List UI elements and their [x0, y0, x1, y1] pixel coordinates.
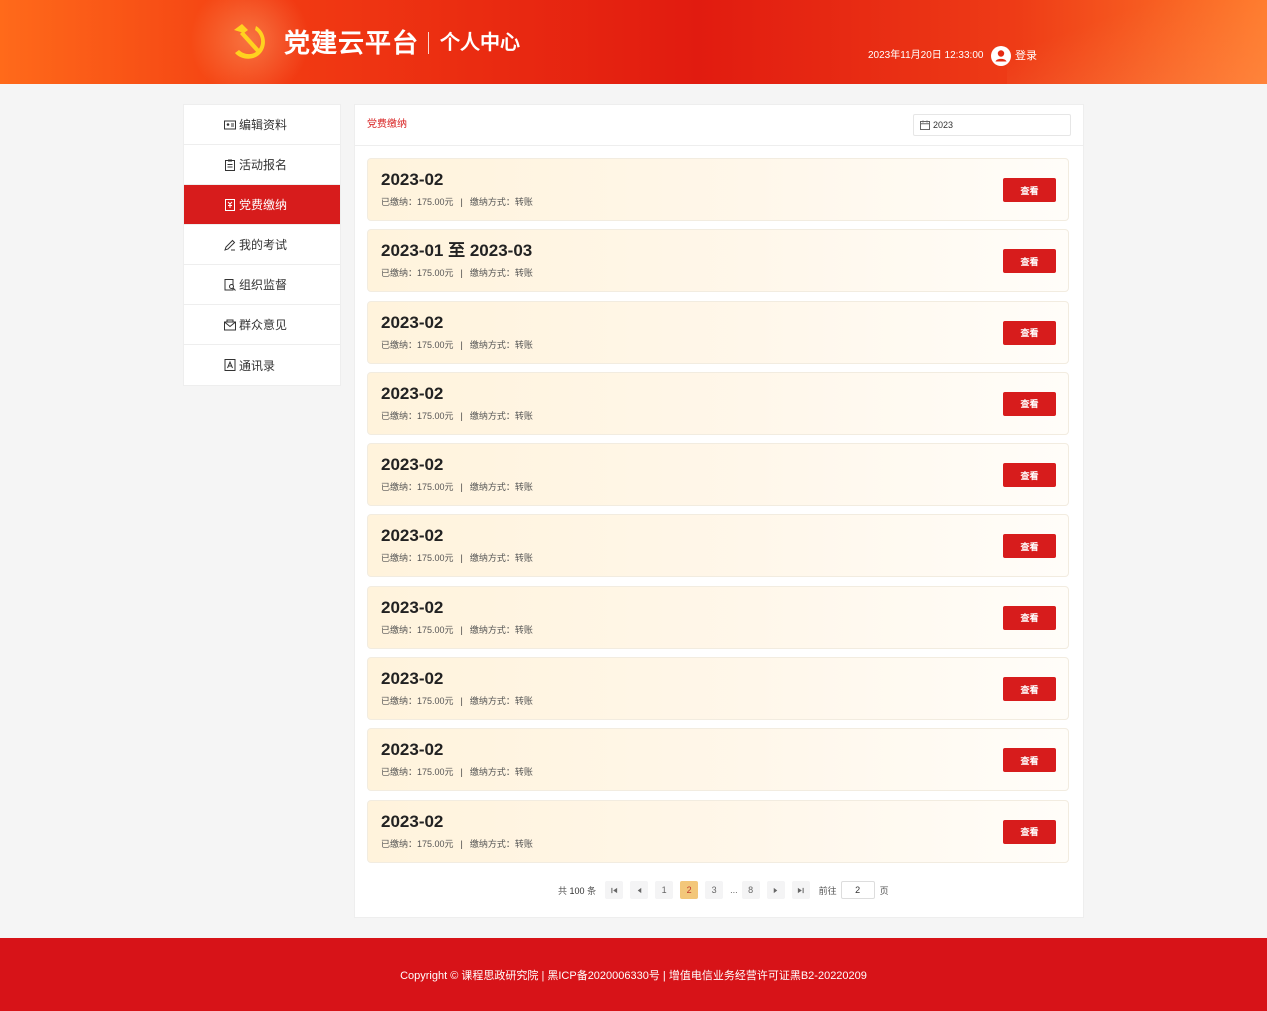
- record-period: 2023-02: [381, 669, 444, 689]
- record-meta: 已缴纳：175.00元 | 缴纳方式：转账: [381, 767, 533, 778]
- sidebar-item-org-supervision[interactable]: 组织监督: [184, 265, 340, 305]
- brand-title: 党建云平台: [284, 28, 420, 58]
- main-panel: 党费缴纳 2023 2023-02 已缴纳：175.00元 | 缴纳方式：转账 查看…: [354, 104, 1084, 918]
- header: 党建云平台 个人中心 2023年11月20日 12:33:00 登录: [0, 0, 1267, 84]
- last-page-button[interactable]: [791, 881, 810, 899]
- record-meta: 已缴纳：175.00元 | 缴纳方式：转账: [381, 410, 533, 421]
- page-button-1[interactable]: 1: [655, 881, 674, 899]
- view-button[interactable]: 查看: [1003, 534, 1056, 559]
- view-button[interactable]: 查看: [1003, 391, 1056, 416]
- view-button[interactable]: 查看: [1003, 819, 1056, 844]
- view-button[interactable]: 查看: [1003, 677, 1056, 702]
- sidebar-item-label: 党费缴纳: [239, 198, 288, 212]
- record-meta: 已缴纳：175.00元 | 缴纳方式：转账: [381, 696, 533, 707]
- login-link[interactable]: 登录: [1015, 48, 1037, 64]
- view-button[interactable]: 查看: [1003, 605, 1056, 630]
- record-period: 2023-02: [381, 312, 444, 332]
- record-meta: 已缴纳：175.00元 | 缴纳方式：转账: [381, 838, 533, 849]
- record-period: 2023-02: [381, 597, 444, 617]
- dues-record-card: 2023-02 已缴纳：175.00元 | 缴纳方式：转账 查看: [367, 514, 1069, 578]
- footer-copyright: Copyright © 课程思政研究院 | 黑ICP备2020006330号 |…: [400, 969, 867, 982]
- record-meta: 已缴纳：175.00元 | 缴纳方式：转账: [381, 624, 533, 635]
- record-meta: 已缴纳：175.00元 | 缴纳方式：转账: [381, 553, 533, 564]
- dues-record-card: 2023-02 已缴纳：175.00元 | 缴纳方式：转账 查看: [367, 799, 1069, 863]
- header-decoration: [1007, 0, 1267, 84]
- dues-record-card: 2023-02 已缴纳：175.00元 | 缴纳方式：转账 查看: [367, 585, 1069, 649]
- first-page-button[interactable]: [605, 881, 624, 899]
- sidebar-item-edit-profile[interactable]: 编辑资料: [184, 105, 340, 145]
- prev-page-button[interactable]: [630, 881, 649, 899]
- prev-page-icon: [637, 887, 641, 893]
- record-period: 2023-02: [381, 383, 444, 403]
- sidebar-item-label: 活动报名: [239, 158, 288, 172]
- year-filter-picker[interactable]: 2023: [913, 114, 1071, 136]
- receipt-icon: [225, 198, 235, 211]
- view-button[interactable]: 查看: [1003, 178, 1056, 202]
- footer: Copyright © 课程思政研究院 | 黑ICP备2020006330号 |…: [0, 938, 1267, 1011]
- page-button-2[interactable]: 2: [680, 881, 699, 899]
- sidebar-item-contacts[interactable]: 通讯录: [184, 345, 340, 385]
- year-filter-value: 2023: [933, 120, 954, 130]
- clipboard-icon: [225, 159, 235, 171]
- view-button[interactable]: 查看: [1003, 748, 1056, 773]
- sidebar-item-label: 通讯录: [239, 358, 276, 373]
- record-meta: 已缴纳：175.00元 | 缴纳方式：转账: [381, 197, 533, 207]
- page-button-3[interactable]: 3: [705, 881, 724, 899]
- page-button-8[interactable]: 8: [741, 881, 760, 899]
- sidebar-item-label: 我的考试: [239, 238, 288, 252]
- sidebar-item-label: 编辑资料: [239, 118, 288, 132]
- sidebar-nav: 编辑资料 活动报名 党费缴纳 我的考试 组织监督 群众意见 通讯录: [183, 104, 341, 386]
- contacts-icon: [224, 359, 236, 371]
- record-meta: 已缴纳：175.00元 | 缴纳方式：转账: [381, 482, 533, 493]
- dues-record-card: 2023-02 已缴纳：175.00元 | 缴纳方式：转账 查看: [367, 300, 1069, 364]
- user-circle-icon[interactable]: [991, 46, 1011, 66]
- calendar-icon: [920, 120, 930, 130]
- pagination-ellipsis[interactable]: ...: [730, 885, 738, 895]
- view-button[interactable]: 查看: [1003, 463, 1056, 488]
- record-period: 2023-02: [381, 526, 444, 546]
- brand-divider: [428, 32, 429, 54]
- record-meta: 已缴纳：175.00元 | 缴纳方式：转账: [381, 339, 533, 350]
- sidebar-item-party-dues[interactable]: 党费缴纳: [184, 185, 340, 225]
- record-period: 2023-02: [381, 170, 444, 189]
- record-meta: 已缴纳：175.00元 | 缴纳方式：转账: [381, 268, 533, 279]
- next-page-button[interactable]: [766, 881, 785, 899]
- dues-record-card: 2023-02 已缴纳：175.00元 | 缴纳方式：转账 查看: [367, 657, 1069, 721]
- goto-page-input[interactable]: [840, 881, 875, 899]
- dues-record-card: 2023-02 已缴纳：175.00元 | 缴纳方式：转账 查看: [367, 728, 1069, 792]
- first-page-icon: [610, 887, 617, 893]
- pagination-total: 共 100 条: [558, 885, 597, 896]
- record-period: 2023-02: [381, 740, 444, 760]
- next-page-icon: [773, 887, 778, 893]
- id-card-icon: [224, 120, 236, 129]
- sidebar-item-activity-signup[interactable]: 活动报名: [184, 145, 340, 185]
- pagination: 共 100 条 1 2 3 ... 8 前往 页: [558, 881, 889, 899]
- dues-record-list: 2023-02 已缴纳：175.00元 | 缴纳方式：转账 查看 2023-01 至…: [367, 158, 1069, 871]
- dues-record-card: 2023-02 已缴纳：175.00元 | 缴纳方式：转账 查看: [367, 371, 1069, 435]
- record-period: 2023-01 至 2023-03: [381, 241, 533, 261]
- record-period: 2023-02: [381, 455, 444, 475]
- header-divider: [355, 145, 1083, 146]
- sidebar-item-my-exams[interactable]: 我的考试: [184, 225, 340, 265]
- record-period: 2023-02: [381, 811, 444, 831]
- sidebar-item-label: 组织监督: [239, 278, 288, 292]
- view-button[interactable]: 查看: [1003, 320, 1056, 345]
- sub-brand-title: 个人中心: [440, 32, 520, 54]
- pen-icon: [224, 239, 236, 251]
- sidebar-item-public-opinion[interactable]: 群众意见: [184, 305, 340, 345]
- mail-icon: [224, 319, 236, 330]
- last-page-icon: [797, 887, 804, 893]
- view-button[interactable]: 查看: [1003, 249, 1056, 274]
- hammer-sickle-icon: [234, 24, 265, 59]
- dues-record-card: 2023-01 至 2023-03 已缴纳：175.00元 | 缴纳方式：转账 查看: [367, 229, 1069, 293]
- dues-record-card: 2023-02 已缴纳：175.00元 | 缴纳方式：转账 查看: [367, 158, 1069, 221]
- sidebar-item-label: 群众意见: [239, 318, 288, 332]
- dues-record-card: 2023-02 已缴纳：175.00元 | 缴纳方式：转账 查看: [367, 443, 1069, 507]
- page-title: 党费缴纳: [367, 119, 407, 130]
- current-datetime: 2023年11月20日 12:33:00: [868, 50, 984, 61]
- goto-suffix: 页: [879, 885, 889, 896]
- goto-label: 前往: [818, 885, 837, 896]
- document-search-icon: [224, 278, 236, 291]
